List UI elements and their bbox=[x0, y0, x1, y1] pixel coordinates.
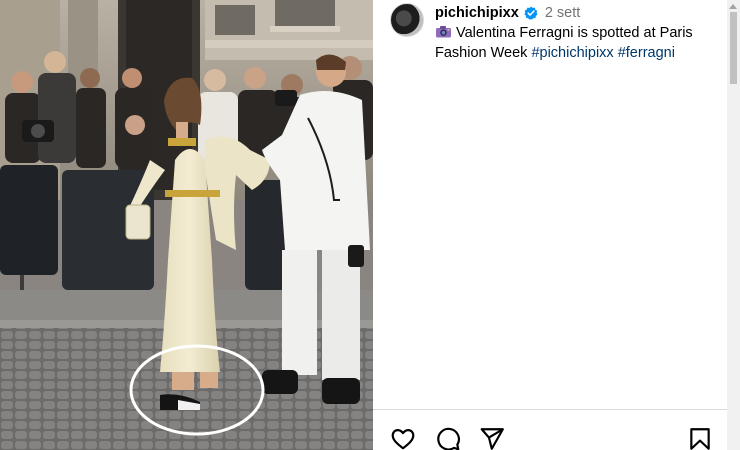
caption-text-block: Valentina Ferragni is spotted at Paris F… bbox=[435, 23, 726, 63]
hashtag-link[interactable]: #ferragni bbox=[618, 45, 675, 61]
post-details-pane: pichichipixx 2 sett Valentina Ferragni i… bbox=[373, 0, 740, 450]
post-time[interactable]: 2 sett bbox=[545, 3, 580, 23]
post-header: pichichipixx 2 sett bbox=[435, 3, 726, 23]
share-icon bbox=[480, 428, 504, 450]
post-caption: pichichipixx 2 sett Valentina Ferragni i… bbox=[435, 3, 726, 63]
post-actions-bar bbox=[390, 424, 727, 450]
verified-badge-icon bbox=[524, 6, 538, 20]
post-photo[interactable] bbox=[0, 0, 373, 450]
post-photo-image bbox=[0, 0, 373, 450]
scrollbar-thumb[interactable] bbox=[730, 12, 737, 84]
heart-icon bbox=[391, 429, 415, 450]
avatar[interactable] bbox=[390, 3, 424, 37]
like-button[interactable] bbox=[390, 426, 416, 450]
camera-icon bbox=[435, 24, 452, 38]
scrollbar[interactable] bbox=[727, 0, 740, 450]
scroll-up-arrow-icon[interactable] bbox=[729, 4, 737, 9]
hashtag-link[interactable]: #pichichipixx bbox=[531, 45, 613, 61]
divider bbox=[373, 409, 727, 410]
post-caption-row: pichichipixx 2 sett Valentina Ferragni i… bbox=[390, 3, 726, 63]
comment-icon bbox=[437, 427, 460, 450]
save-button[interactable] bbox=[687, 426, 713, 450]
username-link[interactable]: pichichipixx bbox=[435, 3, 519, 23]
comment-button[interactable] bbox=[435, 426, 461, 450]
bookmark-icon bbox=[690, 428, 710, 450]
share-button[interactable] bbox=[479, 426, 505, 450]
